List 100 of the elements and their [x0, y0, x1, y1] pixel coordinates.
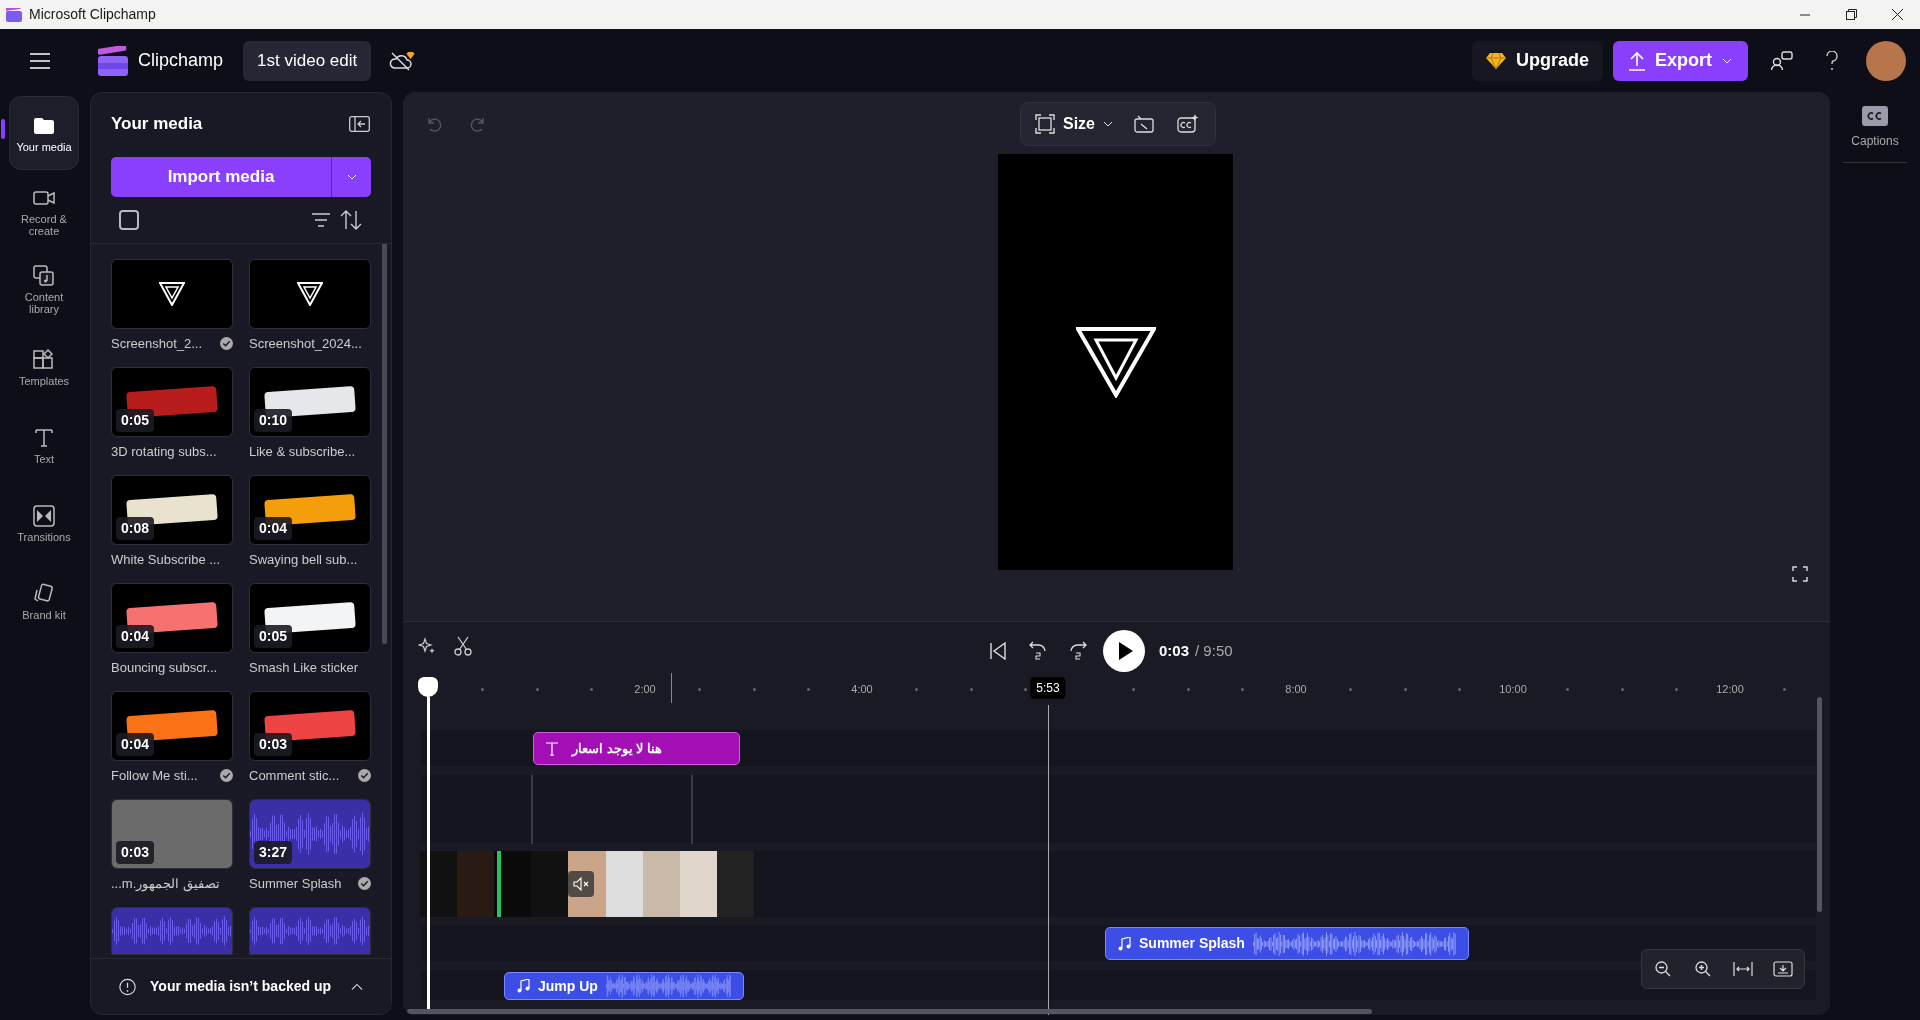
scrollbar-thumb[interactable]: [407, 1009, 1372, 1014]
scrollbar-thumb[interactable]: [382, 243, 387, 644]
tick-mark: [1783, 688, 1787, 691]
chevron-down-icon: [346, 173, 357, 180]
duration-label: 0:03: [116, 840, 155, 864]
duration-label: 0:04: [116, 624, 155, 648]
menu-icon: [30, 52, 50, 69]
library-icon: [32, 263, 56, 288]
sticker-thumbnail[interactable]: 0:04: [249, 474, 371, 545]
fullscreen-icon: [1792, 566, 1808, 582]
nav-rail-tab[interactable]: Templates: [9, 330, 79, 404]
collapse-panel-icon: [348, 115, 370, 132]
export-button[interactable]: Export: [1613, 40, 1748, 81]
rewind-icon: [1029, 641, 1047, 661]
media-name: Bouncing subscr...: [111, 658, 218, 677]
duration-label: 3:27: [254, 840, 293, 864]
warning-icon: [119, 976, 137, 997]
project-name-button[interactable]: 1st video edit: [243, 40, 372, 81]
sticker-thumbnail[interactable]: 0:03: [249, 690, 371, 761]
monitor-down-icon: [1773, 961, 1793, 977]
media-name: Smash Like sticker: [249, 658, 359, 677]
nav-rail-tab[interactable]: Content library: [9, 252, 79, 326]
logo-thumbnail[interactable]: [249, 258, 371, 329]
sparkle-icon: [418, 637, 436, 655]
split-marker: [531, 775, 533, 844]
cloud-off-icon: [389, 49, 416, 72]
tick-mark: [1349, 688, 1353, 691]
redo-icon: [470, 117, 486, 133]
sort-arrows-icon: [340, 209, 362, 230]
tick-mark: [589, 688, 593, 691]
sort-button[interactable]: [339, 208, 363, 231]
nav-rail-tab[interactable]: Record & create: [9, 174, 79, 248]
captions-tab[interactable]: Captions: [1843, 106, 1907, 163]
tick-mark: [1403, 688, 1407, 691]
nav-rail-tab[interactable]: Transitions: [9, 486, 79, 560]
logo-thumbnail[interactable]: [111, 258, 233, 329]
play-button[interactable]: [1103, 630, 1145, 672]
import-media-button[interactable]: Import media: [111, 156, 331, 197]
audio-clip[interactable]: Summer Splash: [1105, 927, 1469, 960]
video-frame: [642, 851, 680, 917]
import-options-button[interactable]: [331, 156, 371, 197]
media-name: Follow Me sti...: [111, 766, 198, 785]
filter-icon: [312, 212, 330, 227]
zoom-out-icon: [1655, 961, 1671, 977]
duration-label: 0:03: [254, 732, 293, 756]
captions-sparkle-icon: [1177, 114, 1199, 134]
chevron-up-icon: [351, 982, 363, 991]
audio-waveform-thumbnail[interactable]: [111, 906, 233, 955]
sticker-thumbnail[interactable]: 0:05: [249, 582, 371, 653]
user-avatar[interactable]: [1866, 40, 1906, 81]
brand-name: Clipchamp: [138, 49, 224, 72]
duration-label: 0:05: [254, 624, 293, 648]
media-name: Screenshot_2024...: [249, 334, 362, 353]
ruler-time-label: 12:00: [1716, 682, 1744, 697]
media-name: White Subscribe ...: [111, 550, 221, 569]
clapperboard-logo-icon: [98, 45, 128, 76]
triangle-logo-icon: [1075, 326, 1156, 398]
video-frame: [531, 851, 569, 917]
people-chat-icon: [1771, 50, 1793, 71]
tick-mark: [481, 688, 485, 691]
tick-mark: [1023, 688, 1027, 691]
forward-icon: [1069, 641, 1087, 661]
upload-icon: [1629, 50, 1645, 71]
transitions-icon: [32, 503, 56, 528]
chevron-down-icon: [1103, 121, 1113, 127]
split-button[interactable]: [451, 634, 475, 658]
sticker-thumbnail[interactable]: 0:10: [249, 366, 371, 437]
audio-waveform-thumbnail[interactable]: 3:27: [249, 798, 371, 869]
text-clip[interactable]: هنا لا يوجد اسعار: [533, 732, 740, 765]
media-name: Screenshot_2...: [111, 334, 203, 353]
select-all-checkbox[interactable]: [119, 209, 139, 230]
size-button[interactable]: Size: [1035, 112, 1113, 136]
sticker-thumbnail[interactable]: 0:08: [111, 474, 233, 545]
music-note-icon: [1118, 936, 1131, 951]
video-frame: [679, 851, 717, 917]
aspect-ratio-icon: [1035, 114, 1055, 134]
duration-label: 0:04: [116, 732, 155, 756]
audio-clip[interactable]: Jump Up: [504, 972, 744, 1000]
sticker-thumbnail[interactable]: 0:05: [111, 366, 233, 437]
sticker-thumbnail[interactable]: 0:04: [111, 582, 233, 653]
playhead[interactable]: [417, 677, 439, 1011]
diamond-icon: [1485, 52, 1506, 69]
templates-icon: [32, 347, 56, 372]
tick-mark: [1674, 688, 1678, 691]
photo-placeholder[interactable]: 0:03: [111, 798, 233, 869]
scrollbar-thumb[interactable]: [1817, 697, 1822, 912]
backup-notice-bar[interactable]: Your media isn’t backed up: [91, 958, 391, 1014]
video-clip[interactable]: [420, 851, 754, 917]
restore-icon: [1845, 9, 1857, 20]
scissors-icon: [454, 636, 472, 656]
nav-rail-tab[interactable]: Text: [9, 408, 79, 482]
ruler-time-label: 8:00: [1285, 682, 1307, 697]
upgrade-button[interactable]: Upgrade: [1471, 40, 1603, 81]
sticker-thumbnail[interactable]: 0:04: [111, 690, 233, 761]
undo-icon: [426, 117, 442, 133]
video-frame: [420, 851, 458, 917]
nav-rail-tab[interactable]: Brand kit: [9, 564, 79, 638]
split-marker: [691, 775, 693, 844]
audio-waveform-thumbnail[interactable]: [249, 906, 371, 955]
tick-mark: [1240, 688, 1244, 691]
